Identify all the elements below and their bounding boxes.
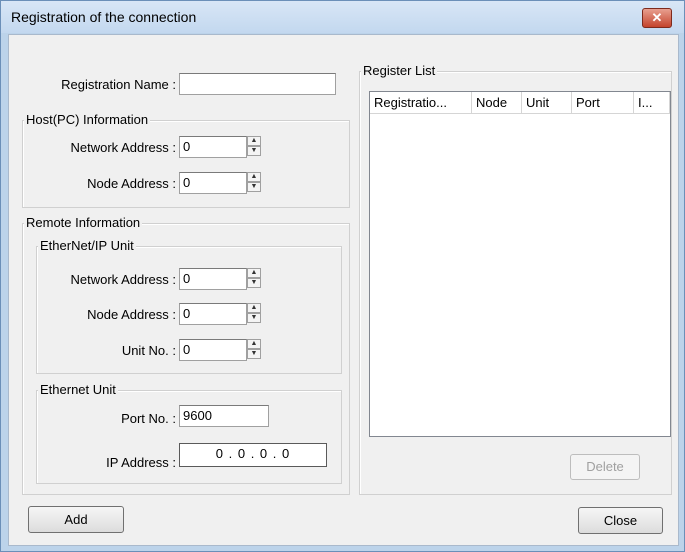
host-info-group [22,120,350,208]
remote-network-address-spinner[interactable]: ▲ ▼ [247,268,261,290]
host-network-address-input[interactable]: 0 [179,136,247,158]
close-window-button[interactable]: ✕ [642,8,672,28]
ethernet-ip-unit-group-label: EtherNet/IP Unit [38,238,136,253]
spin-up-icon[interactable]: ▲ [247,136,261,146]
dialog-window: Registration of the connection ✕ Registr… [0,0,685,552]
remote-node-address-spinner[interactable]: ▲ ▼ [247,303,261,325]
column-header-ip[interactable]: I... [634,92,670,114]
column-header-registration[interactable]: Registratio... [370,92,472,114]
register-list-view[interactable]: Registratio... Node Unit Port I... [369,91,671,437]
ip-address-input[interactable]: 0 . 0 . 0 . 0 [179,443,327,467]
register-list-group-label: Register List [361,63,438,78]
spin-up-icon[interactable]: ▲ [247,303,261,313]
title-bar[interactable]: Registration of the connection ✕ [1,1,684,33]
window-title: Registration of the connection [11,9,197,25]
ethernet-unit-group-label: Ethernet Unit [38,382,118,397]
host-info-group-label: Host(PC) Information [24,112,151,127]
column-header-node[interactable]: Node [472,92,522,114]
spin-up-icon[interactable]: ▲ [247,268,261,278]
unit-no-spinner[interactable]: ▲ ▼ [247,339,261,361]
delete-button[interactable]: Delete [570,454,640,480]
host-network-address-spinner[interactable]: ▲ ▼ [247,136,261,158]
unit-no-label: Unit No. : [121,343,176,358]
close-icon: ✕ [651,10,663,25]
host-node-address-spinner[interactable]: ▲ ▼ [247,172,261,194]
spin-down-icon[interactable]: ▼ [247,146,261,156]
host-node-address-input[interactable]: 0 [179,172,247,194]
registration-name-input[interactable] [179,73,336,95]
host-node-address-label: Node Address : [87,176,176,191]
spin-up-icon[interactable]: ▲ [247,339,261,349]
unit-no-input[interactable]: 0 [179,339,247,361]
column-header-unit[interactable]: Unit [522,92,572,114]
spin-down-icon[interactable]: ▼ [247,182,261,192]
port-no-label: Port No. : [121,411,176,426]
remote-network-address-label: Network Address : [70,272,177,287]
port-no-input[interactable]: 9600 [179,405,269,427]
spin-down-icon[interactable]: ▼ [247,349,261,359]
remote-node-address-label: Node Address : [87,307,176,322]
registration-name-label: Registration Name : [61,77,176,92]
spin-down-icon[interactable]: ▼ [247,278,261,288]
close-button[interactable]: Close [578,507,663,534]
remote-network-address-input[interactable]: 0 [179,268,247,290]
spin-up-icon[interactable]: ▲ [247,172,261,182]
column-header-port[interactable]: Port [572,92,634,114]
remote-info-group-label: Remote Information [24,215,143,230]
add-button[interactable]: Add [28,506,124,533]
remote-node-address-input[interactable]: 0 [179,303,247,325]
spin-down-icon[interactable]: ▼ [247,313,261,323]
dialog-client: Registration Name : Host(PC) Information… [8,34,679,546]
host-network-address-label: Network Address : [70,140,177,155]
ip-address-label: IP Address : [106,455,176,470]
